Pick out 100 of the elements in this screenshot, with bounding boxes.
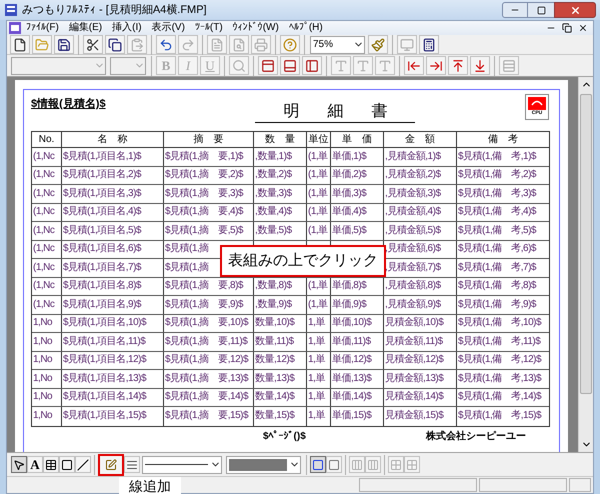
zoom-value: 75%: [313, 38, 334, 52]
table-cell: 1,No: [32, 355, 52, 366]
table-cell: $見積(1,摘 要,9)$: [164, 300, 243, 310]
table-cell: $見積(1,備 考,11)$: [457, 336, 540, 347]
calculator-icon: [422, 38, 436, 52]
toolbar-button[interactable]: [302, 56, 322, 75]
panel-icon: [305, 58, 319, 72]
toolbar-button[interactable]: [83, 35, 103, 54]
toolbar-button[interactable]: [75, 456, 91, 473]
menu-item[interactable]: ﾍﾙﾌﾟ(H): [284, 23, 328, 33]
table-cell: ,見積金額,3)$: [384, 188, 441, 199]
page-field: $ﾍﾟｰｼﾞ()$: [263, 429, 306, 444]
child-restore-icon[interactable]: [562, 23, 572, 33]
grid-icon: [390, 458, 402, 470]
table-cell: $見積(1,項目名,2)$: [62, 170, 141, 180]
table-cell: $見積(1,摘 要,11)$: [164, 336, 248, 347]
table-cell: ,数量,9)$: [254, 300, 292, 310]
dropdown[interactable]: 75%: [310, 36, 365, 54]
column-header: 摘 要: [164, 132, 254, 147]
table-cell: $見積(1,備 考,13)$: [457, 374, 542, 384]
column-header: 単 価: [331, 132, 384, 147]
toolbar-button[interactable]: [124, 456, 140, 473]
table-cell: 見積金額,11)$: [384, 336, 443, 347]
table-cell: ,見積金額,1)$: [384, 152, 441, 162]
table-cell: $見積(1,備 考,12)$: [457, 355, 542, 366]
detail-table[interactable]: [31, 131, 550, 426]
menu-item[interactable]: 編集(E): [64, 23, 108, 33]
window-title: みつもりﾌﾙｽﾃｨ - [見積明細A4横.FMP]: [22, 2, 207, 18]
table-cell: 数量,12)$: [254, 355, 294, 366]
column-header: No.: [32, 132, 62, 147]
column-header: 名 称: [62, 132, 164, 147]
copy-icon: [108, 38, 122, 52]
table-cell: $見積(1,摘 要,1)$: [164, 152, 243, 162]
menu-item[interactable]: ﾂｰﾙ(T): [190, 23, 228, 33]
table-cell: (1,単: [307, 170, 328, 180]
table-cell: 単価,9)$: [331, 300, 366, 310]
table-cell: $見積(1,摘 要,5)$: [164, 226, 243, 236]
table-cell: ,見積金額,6)$: [384, 244, 441, 254]
table-cell: ,数量,2)$: [254, 170, 292, 180]
monitor-icon: [400, 38, 414, 52]
table-cell: (1,Nc: [32, 152, 54, 162]
toolbar-button[interactable]: [280, 56, 300, 75]
toolbar-button[interactable]: A: [27, 456, 43, 473]
toolbar-button[interactable]: [156, 35, 176, 54]
table-cell: $見積(1,備 考,14)$: [457, 392, 542, 402]
menu-item[interactable]: 挿入(I): [107, 23, 147, 33]
table-cell: ,数量,4)$: [254, 207, 292, 218]
menu-item[interactable]: 表示(V): [146, 23, 190, 33]
toolbar-button[interactable]: [10, 35, 30, 54]
file-icon: [13, 38, 27, 52]
child-close-icon[interactable]: [578, 23, 588, 33]
table-cell: 1,単: [307, 411, 325, 422]
save-icon: [57, 38, 71, 52]
close-button[interactable]: [554, 2, 596, 18]
menu-item[interactable]: ﾌｧｲﾙ(F): [21, 23, 64, 33]
line-icon: [77, 458, 89, 470]
table-cell: ,見積金額,4)$: [384, 207, 441, 218]
table-cell: 数量,13)$: [254, 374, 294, 384]
table-cell: $見積(1,項目名,4)$: [62, 207, 141, 218]
table-cell: 単価,2)$: [331, 170, 366, 180]
maximize-button[interactable]: [528, 2, 554, 18]
fill-icon: [328, 458, 340, 470]
undo-icon: [159, 38, 173, 52]
table-cell: (1,Nc: [32, 281, 54, 292]
paintbrush-icon: [371, 38, 385, 52]
table-cell: 数量,15)$: [254, 411, 294, 422]
table-cell: $見積(1,項目名,8)$: [62, 281, 141, 292]
table-cell: $見積(1,備 考,9)$: [457, 300, 536, 310]
toolbar-button[interactable]: [105, 35, 125, 54]
table-cell: $見積(1,項目名,5)$: [62, 226, 141, 236]
table-cell: ,見積金額,8)$: [384, 281, 441, 292]
toolbar-button[interactable]: [419, 35, 439, 54]
info-field: $情報(見積名)$: [31, 96, 106, 112]
table-cell: ,見積金額,2)$: [384, 170, 441, 180]
table-cell: 見積金額,12)$: [384, 355, 444, 366]
toolbar-button[interactable]: [258, 56, 278, 75]
table-cell: (1,Nc: [32, 207, 54, 218]
table-cell: $見積(1,項目名,6)$: [62, 244, 141, 254]
toolbar-button[interactable]: [43, 456, 59, 473]
toolbar-button[interactable]: [59, 456, 75, 473]
scrollbar[interactable]: [578, 77, 593, 452]
table-cell: $見積(1,項目名,12)$: [62, 355, 146, 366]
table-cell: $見積(1,備 考,7)$: [457, 262, 536, 273]
table-cell: $見積(1,項目名,11)$: [62, 336, 146, 347]
scissors-icon: [86, 38, 100, 52]
table-cell: 数量,10)$: [254, 318, 294, 328]
table-cell: $見積(1,備 考,2)$: [457, 170, 536, 180]
toolbar-button[interactable]: [54, 35, 74, 54]
table-cell: $見積(1,項目名,7)$: [62, 262, 141, 273]
table-cell: 1,No: [32, 336, 52, 347]
table-cell: $見積(1,摘 要,10)$: [164, 318, 248, 328]
panel-icon: [261, 58, 275, 72]
column-header: 備 考: [487, 132, 519, 147]
dropdown[interactable]: [142, 456, 222, 474]
toolbar-button[interactable]: [11, 456, 27, 473]
arrow-left-icon: [407, 58, 421, 72]
menu-item[interactable]: ｳｨﾝﾄﾞｳ(W): [228, 23, 284, 33]
table-cell: 単価,4)$: [331, 207, 366, 218]
table-cell: 見積金額,10)$: [384, 318, 444, 328]
table-cell: $見積(1,項目名,13)$: [62, 374, 146, 384]
